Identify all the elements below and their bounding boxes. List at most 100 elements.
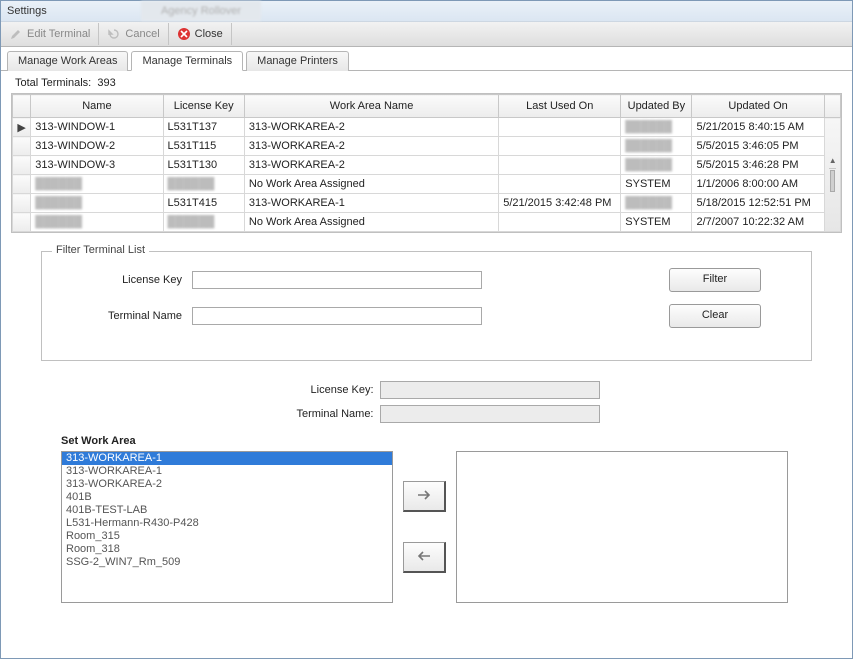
list-item[interactable]: 313-WORKAREA-2 (62, 478, 392, 491)
filter-terminal-input[interactable] (192, 307, 482, 325)
detail-terminal-label: Terminal Name: (254, 408, 374, 420)
table-row[interactable]: ████████████No Work Area AssignedSYSTEM1… (13, 175, 841, 194)
list-item[interactable]: Room_315 (62, 530, 392, 543)
detail-block: License Key: Terminal Name: (11, 381, 842, 423)
arrow-left-icon (416, 550, 432, 565)
tab-content: Total Terminals: 393 Name License Key Wo… (1, 71, 852, 613)
assign-right-button[interactable] (403, 481, 446, 512)
cell-lastused (499, 118, 621, 137)
row-indicator (13, 137, 31, 156)
cell-updatedby: SYSTEM (621, 213, 692, 232)
scroll-header (824, 95, 840, 118)
cell-updatedby: ██████ (621, 137, 692, 156)
edit-terminal-label: Edit Terminal (27, 28, 90, 40)
arrow-column (403, 481, 446, 573)
cell-name: ██████ (31, 213, 163, 232)
table-row[interactable]: 313-WINDOW-2L531T115313-WORKAREA-2 ██████… (13, 137, 841, 156)
cell-license: L531T130 (163, 156, 244, 175)
col-lastused[interactable]: Last Used On (499, 95, 621, 118)
col-updatedby[interactable]: Updated By (621, 95, 692, 118)
cell-lastused (499, 156, 621, 175)
cell-workarea: No Work Area Assigned (244, 175, 498, 194)
cell-updatedon: 2/7/2007 10:22:32 AM (692, 213, 824, 232)
cell-workarea: No Work Area Assigned (244, 213, 498, 232)
table-row[interactable]: ████████████No Work Area AssignedSYSTEM2… (13, 213, 841, 232)
filter-license-label: License Key (62, 274, 182, 286)
row-indicator (13, 194, 31, 213)
col-updatedon[interactable]: Updated On (692, 95, 824, 118)
available-work-areas-list[interactable]: 313-WORKAREA-1313-WORKAREA-1313-WORKAREA… (61, 451, 393, 603)
row-indicator (13, 213, 31, 232)
close-icon (177, 27, 191, 41)
cell-updatedby: ██████ (621, 156, 692, 175)
cell-license: ██████ (163, 175, 244, 194)
filter-button[interactable]: Filter (669, 268, 761, 292)
table-row[interactable]: 313-WINDOW-3L531T130313-WORKAREA-2 ██████… (13, 156, 841, 175)
arrow-right-icon (416, 489, 432, 504)
table-row[interactable]: ▶313-WINDOW-1L531T137313-WORKAREA-2█████… (13, 118, 841, 137)
total-prefix: Total Terminals: (15, 77, 91, 89)
cell-workarea: 313-WORKAREA-2 (244, 118, 498, 137)
cell-license: L531T115 (163, 137, 244, 156)
close-label: Close (195, 28, 223, 40)
edit-terminal-button[interactable]: Edit Terminal (1, 23, 99, 45)
table-row[interactable]: ██████L531T415313-WORKAREA-15/21/2015 3:… (13, 194, 841, 213)
cancel-label: Cancel (125, 28, 159, 40)
row-indicator (13, 175, 31, 194)
cell-license: ██████ (163, 213, 244, 232)
vertical-scrollbar[interactable]: ▲ (824, 118, 840, 232)
list-item[interactable]: SSG-2_WIN7_Rm_509 (62, 556, 392, 569)
cell-lastused (499, 137, 621, 156)
list-item[interactable]: Room_318 (62, 543, 392, 556)
dual-list: 313-WORKAREA-1313-WORKAREA-1313-WORKAREA… (11, 451, 842, 603)
window-title: Settings (7, 5, 47, 17)
detail-license-value (380, 381, 600, 399)
assigned-work-areas-list[interactable] (456, 451, 788, 603)
cancel-button[interactable]: Cancel (99, 23, 168, 45)
filter-fieldset: Filter Terminal List License Key Filter … (41, 251, 812, 361)
col-license[interactable]: License Key (163, 95, 244, 118)
terminals-grid[interactable]: Name License Key Work Area Name Last Use… (11, 93, 842, 233)
cell-workarea: 313-WORKAREA-2 (244, 137, 498, 156)
tab-manage-printers[interactable]: Manage Printers (246, 51, 349, 71)
filter-legend: Filter Terminal List (52, 244, 149, 256)
undo-icon (107, 27, 121, 41)
list-item[interactable]: 401B (62, 491, 392, 504)
close-button[interactable]: Close (169, 23, 232, 45)
tab-manage-work-areas[interactable]: Manage Work Areas (7, 51, 128, 71)
filter-license-input[interactable] (192, 271, 482, 289)
col-name[interactable]: Name (31, 95, 163, 118)
row-indicator: ▶ (13, 118, 31, 137)
toolbar: Edit Terminal Cancel Close (1, 22, 852, 47)
assign-left-button[interactable] (403, 542, 446, 573)
clear-button[interactable]: Clear (669, 304, 761, 328)
cell-lastused: 5/21/2015 3:42:48 PM (499, 194, 621, 213)
total-count: 393 (97, 77, 115, 89)
list-item[interactable]: L531-Hermann-R430-P428 (62, 517, 392, 530)
pencil-icon (9, 27, 23, 41)
settings-window: Settings Agency Rollover Edit Terminal C… (0, 0, 853, 659)
tab-manage-terminals[interactable]: Manage Terminals (131, 51, 243, 71)
cell-updatedby: ██████ (621, 118, 692, 137)
grid-corner (13, 95, 31, 118)
cell-updatedon: 5/21/2015 8:40:15 AM (692, 118, 824, 137)
cell-license: L531T415 (163, 194, 244, 213)
cell-name: 313-WINDOW-2 (31, 137, 163, 156)
set-work-area-label: Set Work Area (61, 435, 842, 447)
col-workarea[interactable]: Work Area Name (244, 95, 498, 118)
cell-license: L531T137 (163, 118, 244, 137)
cell-name: ██████ (31, 194, 163, 213)
detail-license-label: License Key: (254, 384, 374, 396)
cell-updatedby: ██████ (621, 194, 692, 213)
list-item[interactable]: 313-WORKAREA-1 (62, 452, 392, 465)
list-item[interactable]: 313-WORKAREA-1 (62, 465, 392, 478)
cell-updatedon: 5/5/2015 3:46:05 PM (692, 137, 824, 156)
background-tab: Agency Rollover (141, 1, 261, 21)
list-item[interactable]: 401B-TEST-LAB (62, 504, 392, 517)
cell-updatedon: 1/1/2006 8:00:00 AM (692, 175, 824, 194)
row-indicator (13, 156, 31, 175)
filter-terminal-label: Terminal Name (62, 310, 182, 322)
cell-name: 313-WINDOW-3 (31, 156, 163, 175)
cell-workarea: 313-WORKAREA-1 (244, 194, 498, 213)
cell-workarea: 313-WORKAREA-2 (244, 156, 498, 175)
